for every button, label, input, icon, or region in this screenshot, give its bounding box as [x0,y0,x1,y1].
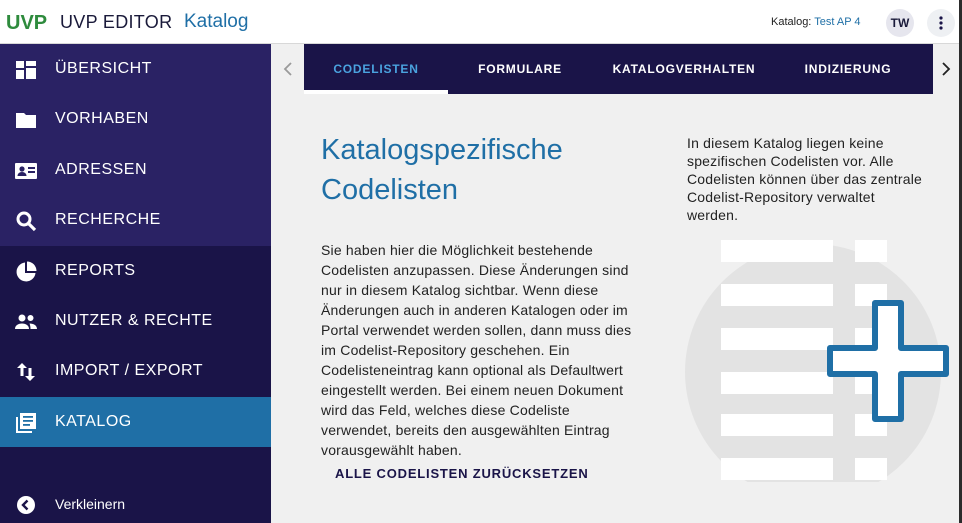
catalog-label: Katalog: [771,16,812,28]
chevron-right-icon [942,62,951,76]
tabs-scroll-right-button[interactable] [933,44,959,94]
section-heading: Katalogspezifische Codelisten [321,134,563,206]
sidebar: ÜBERSICHT VORHABEN ADRESSEN RECHERCHE RE… [0,44,271,523]
tab-codelisten[interactable]: CODELISTEN [304,44,448,94]
more-vert-icon [939,16,943,30]
sidebar-item-label: ADRESSEN [55,161,148,178]
catalog-indicator[interactable]: Katalog: Test AP 4 [771,16,861,28]
sidebar-item-label: REPORTS [55,262,136,279]
sidebar-item-katalog[interactable]: KATALOG [0,397,271,447]
search-icon [16,211,37,232]
page-title: Katalog [184,11,249,32]
sidebar-item-nutzer-rechte[interactable]: NUTZER & RECHTE [0,296,271,346]
sidebar-item-label: RECHERCHE [55,211,161,228]
import-export-icon [17,363,35,381]
app-title: UVP EDITOR [60,12,173,32]
catalog-value: Test AP 4 [814,16,861,28]
collapse-sidebar-button[interactable]: Verkleinern [0,488,271,522]
description-text: Sie haben hier die Möglichkeit bestehend… [321,242,632,458]
sidebar-item-reports[interactable]: REPORTS [0,246,271,296]
tab-label: CODELISTEN [333,62,419,76]
sidebar-item-adressen[interactable]: ADRESSEN [0,145,271,195]
sidebar-item-uebersicht[interactable]: ÜBERSICHT [0,44,271,94]
contact-card-icon [15,163,37,179]
collapse-sidebar-label: Verkleinern [55,496,126,512]
svg-text:UVP: UVP [6,12,47,34]
sidebar-item-label: KATALOG [55,413,132,430]
tab-bar: CODELISTEN FORMULARE KATALOGVERHALTEN IN… [304,44,933,94]
folder-icon [16,113,36,128]
tab-katalogverhalten[interactable]: KATALOGVERHALTEN [592,44,776,94]
user-avatar[interactable]: TW [886,9,914,37]
empty-state-info: In diesem Katalog liegen keine spezifisc… [687,135,923,223]
sidebar-item-recherche[interactable]: RECHERCHE [0,195,271,245]
chevron-left-icon [283,62,292,76]
tab-indizierung[interactable]: INDIZIERUNG [776,44,920,94]
sidebar-item-import-export[interactable]: IMPORT / EXPORT [0,346,271,396]
more-menu-button[interactable] [927,9,955,37]
uvp-logo: UVP [6,12,47,34]
main-content: CODELISTEN FORMULARE KATALOGVERHALTEN IN… [271,44,959,523]
codelist-add-illustration [685,240,949,482]
sidebar-item-label: ÜBERSICHT [55,60,152,77]
tabs-scroll-left-button[interactable] [271,44,304,94]
tab-formulare[interactable]: FORMULARE [448,44,592,94]
tab-label: INDIZIERUNG [804,62,892,76]
dashboard-icon [16,61,36,79]
active-tab-indicator [304,90,448,94]
sidebar-item-label: IMPORT / EXPORT [55,362,203,379]
sidebar-item-vorhaben[interactable]: VORHABEN [0,94,271,144]
tab-label: KATALOGVERHALTEN [612,62,756,76]
reset-all-codelists-button[interactable]: ALLE CODELISTEN ZURÜCKSETZEN [335,466,589,481]
library-books-icon [16,413,36,433]
pie-chart-icon [16,261,37,282]
people-icon [15,314,37,329]
sidebar-item-label: NUTZER & RECHTE [55,312,213,329]
sidebar-item-label: VORHABEN [55,110,149,127]
tab-label: FORMULARE [478,62,562,76]
top-bar: UVP UVP EDITOR Katalog Katalog: Test AP … [0,0,962,44]
chevron-left-circle-icon [17,496,35,514]
